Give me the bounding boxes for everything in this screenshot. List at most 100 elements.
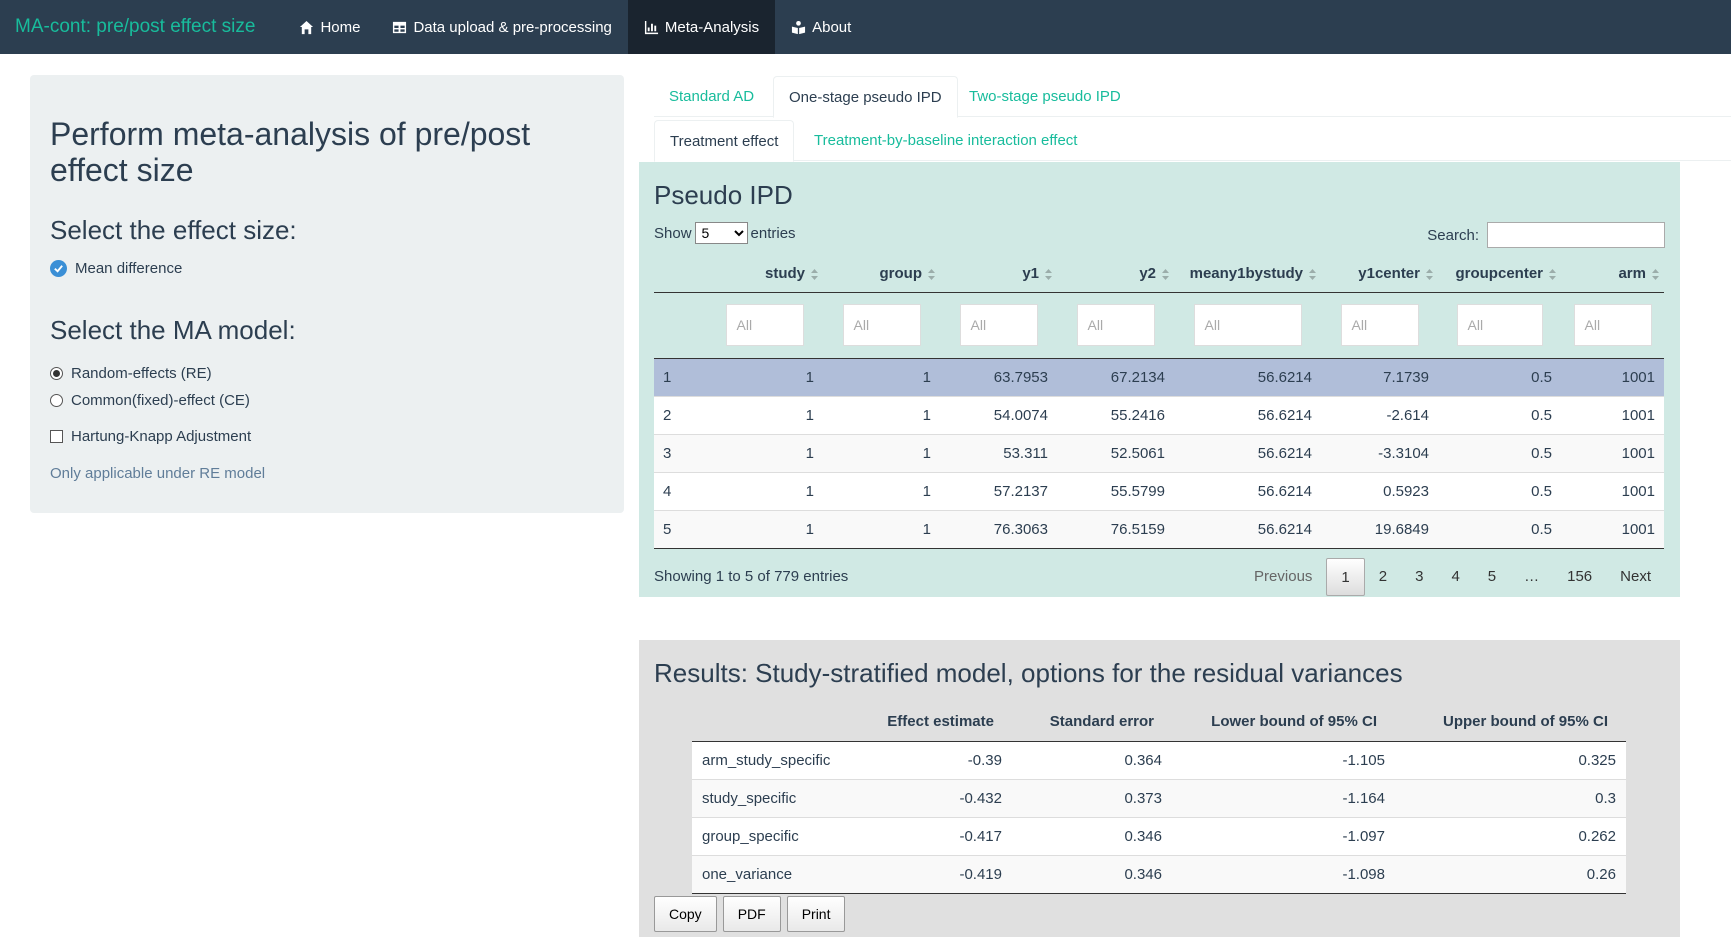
table-cell: 1 <box>823 471 940 510</box>
table-row[interactable]: 1 1 1 63.7953 67.2134 56.6214 7.1739 0.5… <box>654 358 1664 396</box>
column-header-y1[interactable]: y1 <box>940 256 1057 293</box>
pagination-previous[interactable]: Previous <box>1240 558 1326 596</box>
table-cell: one_variance <box>692 854 872 894</box>
nav-data-upload[interactable]: Data upload & pre-processing <box>376 0 627 54</box>
column-header-y2[interactable]: y2 <box>1057 256 1174 293</box>
tab-treatment-effect[interactable]: Treatment effect <box>654 120 795 162</box>
nav-home[interactable]: Home <box>283 0 376 54</box>
hartung-knapp-checkbox[interactable]: Hartung-Knapp Adjustment <box>50 428 251 445</box>
tab-standard-ad[interactable]: Standard AD <box>654 76 769 117</box>
filter-input-y2[interactable]: All <box>1076 304 1155 346</box>
table-row[interactable]: arm_study_specific -0.39 0.364 -1.105 0.… <box>692 740 1626 779</box>
table-cell: -2.614 <box>1321 395 1438 434</box>
filter-input-group[interactable]: All <box>842 304 921 346</box>
tab-two-stage-pseudo-ipd[interactable]: Two-stage pseudo IPD <box>954 76 1136 117</box>
filter-input-arm[interactable]: All <box>1573 304 1652 346</box>
entries-select[interactable]: 5 <box>694 222 748 244</box>
filter-input-meany1bystudy[interactable]: All <box>1193 304 1302 346</box>
tab-interaction-effect[interactable]: Treatment-by-baseline interaction effect <box>799 120 1092 161</box>
table-row[interactable]: group_specific -0.417 0.346 -1.097 0.262 <box>692 816 1626 855</box>
table-cell: 0.5 <box>1438 358 1561 396</box>
column-header-effect-estimate[interactable]: Effect estimate <box>872 703 1012 742</box>
table-row[interactable]: 4 1 1 57.2137 55.5799 56.6214 0.5923 0.5… <box>654 471 1664 510</box>
app-brand[interactable]: MA-cont: pre/post effect size <box>0 0 270 54</box>
sort-icon <box>1426 269 1433 280</box>
radio-random-effects[interactable]: Random-effects (RE) <box>50 365 212 382</box>
table-row[interactable]: one_variance -0.419 0.346 -1.098 0.26 <box>692 854 1626 894</box>
pagination-page[interactable]: 4 <box>1437 558 1473 596</box>
print-button[interactable]: Print <box>786 896 846 932</box>
sort-icon <box>1045 269 1052 280</box>
table-row[interactable]: 3 1 1 53.311 52.5061 56.6214 -3.3104 0.5… <box>654 433 1664 472</box>
pagination-page[interactable]: 2 <box>1365 558 1401 596</box>
column-header-model <box>692 703 872 742</box>
sort-icon <box>1652 269 1659 280</box>
column-header-meany1bystudy[interactable]: meany1bystudy <box>1174 256 1321 293</box>
ma-model-heading: Select the MA model: <box>50 315 296 345</box>
table-cell: 1 <box>823 433 940 472</box>
table-cell: 55.2416 <box>1057 395 1174 434</box>
effect-size-mean-difference[interactable]: Mean difference <box>50 260 182 277</box>
pagination-page[interactable]: 1 <box>1326 558 1365 596</box>
search-input[interactable] <box>1487 222 1665 248</box>
pseudo-ipd-panel: Pseudo IPD Show 5 entries Search: study … <box>639 162 1680 597</box>
filter-input-y1[interactable]: All <box>959 304 1038 346</box>
table-cell: -1.105 <box>1172 740 1395 779</box>
tab-one-stage-pseudo-ipd[interactable]: One-stage pseudo IPD <box>773 76 958 118</box>
table-cell: 0.373 <box>1012 778 1172 817</box>
column-header-label: y2 <box>1139 265 1156 283</box>
filter-input-groupcenter[interactable]: All <box>1456 304 1543 346</box>
nav-meta-analysis[interactable]: Meta-Analysis <box>627 0 776 54</box>
filter-cell: All <box>706 292 823 359</box>
checkbox[interactable] <box>50 430 63 443</box>
column-header-upper-ci[interactable]: Upper bound of 95% CI <box>1395 703 1626 742</box>
table-header-row: study group y1 y2 meany1bystudy y1center… <box>654 256 1664 293</box>
pagination-page[interactable]: 156 <box>1553 558 1606 596</box>
filter-input-y1center[interactable]: All <box>1340 304 1419 346</box>
radio-button[interactable] <box>50 367 63 380</box>
table-search: Search: <box>1427 222 1665 248</box>
table-row[interactable]: study_specific -0.432 0.373 -1.164 0.3 <box>692 778 1626 817</box>
table-cell: 52.5061 <box>1057 433 1174 472</box>
check-circle-icon[interactable] <box>50 260 67 277</box>
table-cell: 0.262 <box>1395 816 1626 855</box>
table-cell: 1001 <box>1561 358 1664 396</box>
column-header-group[interactable]: group <box>823 256 940 293</box>
nav-about[interactable]: About <box>775 0 867 54</box>
pagination-next[interactable]: Next <box>1606 558 1665 596</box>
table-row[interactable]: 5 1 1 76.3063 76.5159 56.6214 19.6849 0.… <box>654 509 1664 549</box>
column-header-lower-ci[interactable]: Lower bound of 95% CI <box>1172 703 1395 742</box>
filter-cell: All <box>940 292 1057 359</box>
sort-icon <box>928 269 935 280</box>
column-header-arm[interactable]: arm <box>1561 256 1664 293</box>
column-header-y1center[interactable]: y1center <box>1321 256 1438 293</box>
column-header-groupcenter[interactable]: groupcenter <box>1438 256 1561 293</box>
table-cell: 54.0074 <box>940 395 1057 434</box>
table-cell: 57.2137 <box>940 471 1057 510</box>
filter-input-study[interactable]: All <box>725 304 804 346</box>
table-icon <box>393 21 407 33</box>
column-filter-row: All All All All All All All All <box>654 292 1664 359</box>
column-header-label: y1 <box>1022 265 1039 283</box>
filter-cell-empty <box>654 292 706 359</box>
table-row[interactable]: 2 1 1 54.0074 55.2416 56.6214 -2.614 0.5… <box>654 395 1664 434</box>
column-header-standard-error[interactable]: Standard error <box>1012 703 1172 742</box>
pagination-page[interactable]: 5 <box>1474 558 1510 596</box>
radio-common-effect[interactable]: Common(fixed)-effect (CE) <box>50 392 250 409</box>
table-cell: 0.26 <box>1395 854 1626 894</box>
copy-button[interactable]: Copy <box>654 896 717 932</box>
effect-tabs: Treatment effect Treatment-by-baseline i… <box>654 120 1731 162</box>
table-cell: 0.5923 <box>1321 471 1438 510</box>
export-buttons: Copy PDF Print <box>654 896 846 932</box>
table-cell: -3.3104 <box>1321 433 1438 472</box>
column-header-study[interactable]: study <box>706 256 823 293</box>
pdf-button[interactable]: PDF <box>722 896 781 932</box>
column-header-label: group <box>879 265 923 283</box>
pagination-page[interactable]: 3 <box>1401 558 1437 596</box>
radio-button[interactable] <box>50 394 63 407</box>
table-cell: 1 <box>654 358 706 396</box>
table-cell: 1001 <box>1561 395 1664 434</box>
filter-cell: All <box>1438 292 1561 359</box>
table-cell: arm_study_specific <box>692 740 872 779</box>
table-cell: 0.325 <box>1395 740 1626 779</box>
